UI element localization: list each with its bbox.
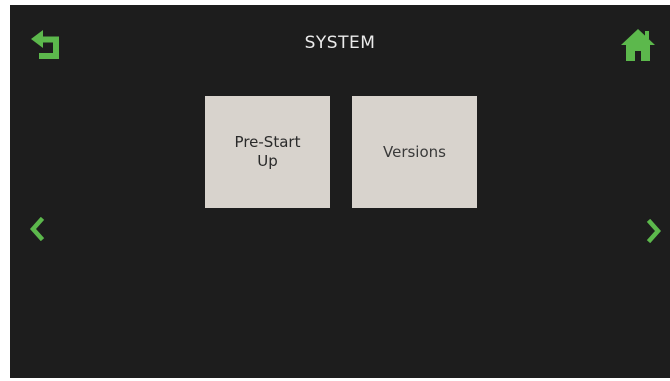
system-screen: SYSTEM Pre-Start Up Versions (10, 5, 670, 378)
pre-start-up-button[interactable]: Pre-Start Up (205, 96, 330, 208)
next-page-button[interactable] (636, 211, 670, 251)
home-button[interactable] (616, 23, 660, 67)
pre-start-up-label: Pre-Start Up (234, 133, 301, 170)
versions-button[interactable]: Versions (352, 96, 477, 208)
home-icon (621, 29, 655, 61)
versions-label: Versions (383, 142, 446, 161)
chevron-right-icon (646, 219, 662, 243)
previous-page-button[interactable] (20, 209, 56, 249)
chevron-left-icon (29, 217, 45, 241)
page-title: SYSTEM (304, 33, 376, 53)
